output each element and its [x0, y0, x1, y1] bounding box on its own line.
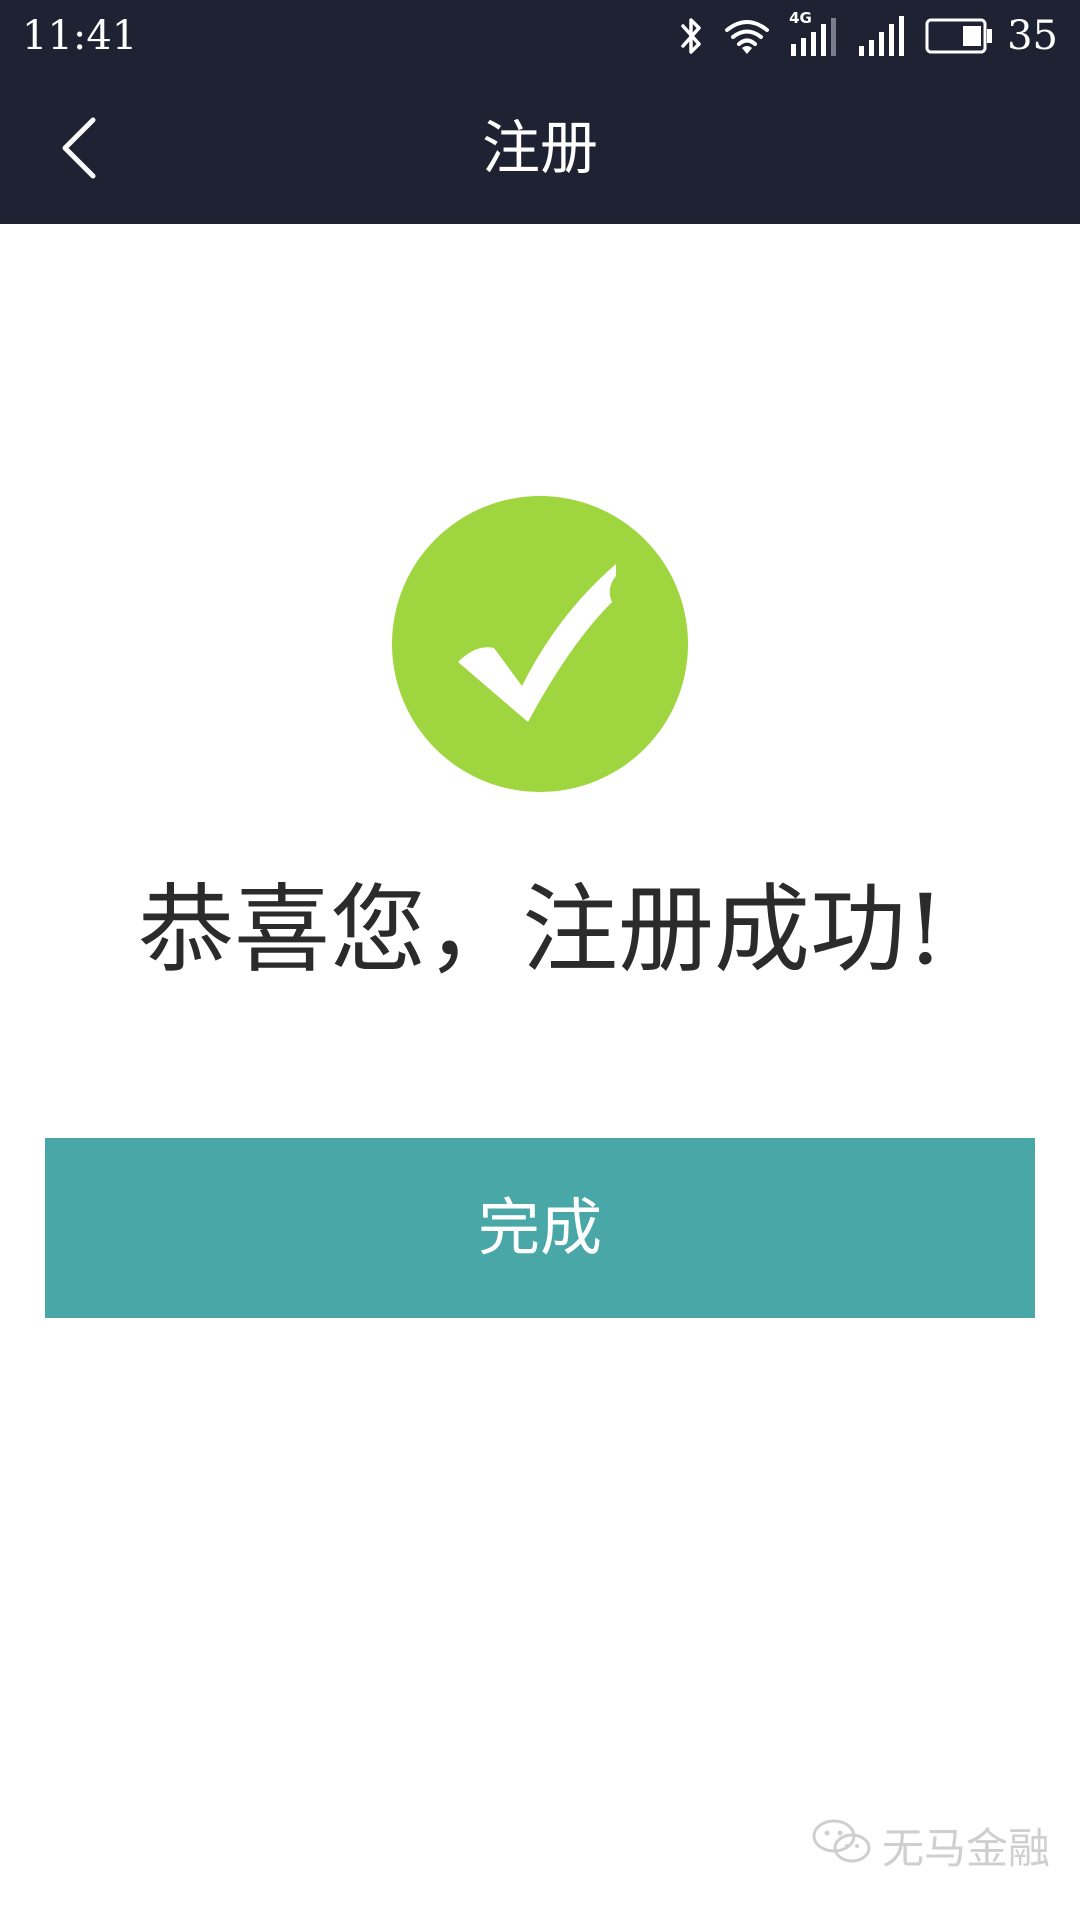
cellular-signal-icon — [857, 14, 907, 58]
success-message: 恭喜您，注册成功! — [138, 874, 945, 986]
status-icons: 4G 35 — [679, 10, 1058, 60]
watermark: 无马金融 — [812, 1815, 1050, 1876]
status-time: 11:41 — [22, 13, 138, 59]
registration-success-screen: 11:41 4G 35 注册 恭喜您，注册成功! 完成 无马金融 — [0, 0, 1080, 1920]
cellular-4g-icon: 4G — [789, 10, 839, 58]
watermark-text: 无马金融 — [881, 1824, 1050, 1873]
battery-icon — [925, 18, 993, 54]
battery-level: 35 — [1007, 13, 1058, 59]
wechat-icon — [812, 1818, 872, 1874]
status-bar: 11:41 4G 35 — [0, 0, 1080, 72]
finish-button[interactable]: 完成 — [45, 1138, 1035, 1318]
bluetooth-icon — [679, 16, 705, 56]
wifi-icon — [723, 16, 771, 56]
check-circle-icon — [390, 494, 690, 794]
page-title: 注册 — [481, 114, 598, 182]
app-header: 注册 — [0, 72, 1080, 224]
